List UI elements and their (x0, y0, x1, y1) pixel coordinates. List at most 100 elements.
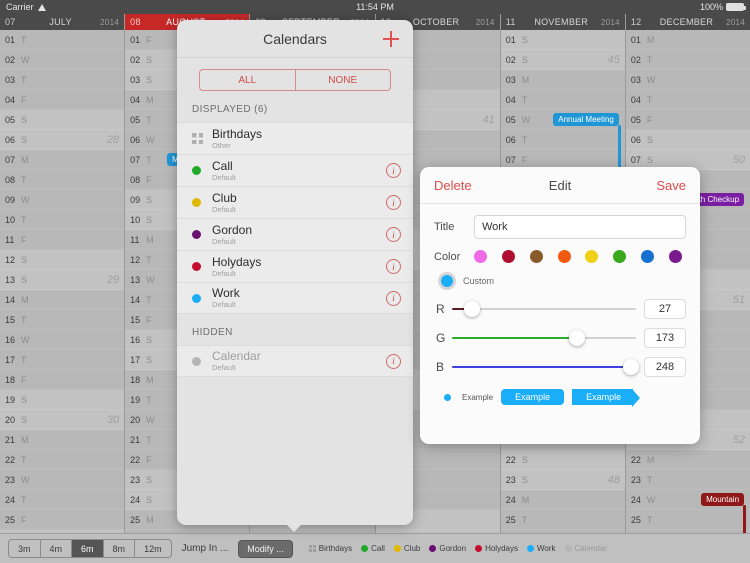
day-row[interactable]: 04 T (625, 90, 750, 110)
info-icon[interactable]: i (386, 259, 401, 274)
day-row[interactable]: 01 T (0, 30, 125, 50)
calendar-event[interactable]: Annual Meeting (553, 113, 619, 126)
legend-item[interactable]: Birthdays (308, 544, 352, 553)
day-row[interactable]: 22 T (0, 450, 125, 470)
day-row[interactable]: 03 T (0, 70, 125, 90)
color-swatch[interactable] (641, 250, 655, 263)
range-option-8m[interactable]: 8m (104, 540, 136, 557)
day-row[interactable]: 11 F (0, 230, 125, 250)
title-input[interactable]: Work (474, 215, 686, 239)
legend-item[interactable]: Call (361, 544, 385, 553)
range-option-6m[interactable]: 6m (72, 540, 104, 557)
color-swatch[interactable] (474, 250, 487, 263)
color-swatch[interactable] (557, 250, 571, 263)
day-row[interactable]: 25 T (625, 510, 750, 530)
slider-value-input[interactable]: 27 (644, 299, 686, 319)
color-swatch[interactable] (501, 250, 515, 263)
day-row[interactable]: 05 F (625, 110, 750, 130)
day-row[interactable]: 03 W (625, 70, 750, 90)
slider-value-input[interactable]: 173 (644, 328, 686, 348)
color-swatch[interactable] (613, 250, 627, 263)
info-icon[interactable]: i (386, 353, 401, 369)
day-row[interactable]: 07 M (0, 150, 125, 170)
day-row[interactable]: 15 T (0, 310, 125, 330)
day-row[interactable]: 03 M (500, 70, 625, 90)
slider-row-b[interactable]: B 248 (420, 348, 700, 377)
legend-item[interactable]: Work (526, 544, 556, 553)
day-row[interactable]: 04 T (500, 90, 625, 110)
day-row[interactable]: 21 M (0, 430, 125, 450)
calendar-list-item[interactable]: Holydays Default i (177, 250, 413, 282)
day-row[interactable]: 18 F (0, 370, 125, 390)
legend-item[interactable]: Calendar (564, 544, 607, 553)
day-row[interactable]: 16 W (0, 330, 125, 350)
calendar-list-item[interactable]: Gordon Default i (177, 218, 413, 250)
range-option-3m[interactable]: 3m (9, 540, 41, 557)
custom-radio[interactable] (438, 272, 456, 290)
day-row[interactable]: 10 T (0, 210, 125, 230)
day-row[interactable]: 06 S (625, 130, 750, 150)
calendar-list-item[interactable]: Calendar Default i (177, 345, 413, 377)
slider-track[interactable] (452, 330, 636, 346)
modify-button[interactable]: Modify ... (238, 539, 293, 558)
all-button[interactable]: ALL (200, 70, 296, 90)
jump-in-button[interactable]: Jump In ... (182, 543, 229, 554)
slider-track[interactable] (452, 359, 640, 375)
all-none-control[interactable]: ALL NONE (199, 69, 391, 91)
custom-color-row[interactable]: Custom (420, 263, 700, 290)
day-row[interactable]: 22 M (625, 450, 750, 470)
calendar-list-item[interactable]: Work Default i (177, 282, 413, 314)
day-row[interactable]: 04 F (0, 90, 125, 110)
range-option-4m[interactable]: 4m (41, 540, 73, 557)
day-row[interactable]: 17 T (0, 350, 125, 370)
slider-row-r[interactable]: R 27 (420, 290, 700, 319)
color-swatch[interactable] (529, 250, 543, 263)
slider-knob[interactable] (623, 359, 640, 375)
info-icon[interactable]: i (386, 227, 401, 242)
day-row[interactable]: 22 S (500, 450, 625, 470)
day-row[interactable]: 08 T (0, 170, 125, 190)
slider-knob[interactable] (463, 301, 480, 317)
day-row[interactable]: 25 F (0, 510, 125, 530)
day-row[interactable]: 24 T (0, 490, 125, 510)
calendar-list-item[interactable]: Birthdays Other (177, 122, 413, 154)
day-row[interactable]: 09 W (0, 190, 125, 210)
range-option-12m[interactable]: 12m (135, 540, 171, 557)
day-row[interactable]: 02 T (625, 50, 750, 70)
save-button[interactable]: Save (656, 178, 686, 193)
calendar-list-item[interactable]: Club Default i (177, 186, 413, 218)
legend-item[interactable]: Club (393, 544, 420, 553)
calendar-event[interactable]: Mountain (701, 493, 745, 506)
slider-track[interactable] (452, 301, 636, 317)
day-row[interactable]: 20 S 30 (0, 410, 125, 430)
day-row[interactable]: 01 M (625, 30, 750, 50)
day-row[interactable]: 06 S 28 (0, 130, 125, 150)
day-row[interactable]: 23 S 48 (500, 470, 625, 490)
day-row[interactable]: 13 S 29 (0, 270, 125, 290)
info-icon[interactable]: i (386, 195, 401, 210)
color-swatch[interactable] (585, 250, 599, 263)
slider-row-g[interactable]: G 173 (420, 319, 700, 348)
day-row[interactable]: 23 T (625, 470, 750, 490)
slider-value-input[interactable]: 248 (644, 357, 686, 377)
day-row[interactable]: 05 S (0, 110, 125, 130)
info-icon[interactable]: i (386, 163, 401, 178)
day-row[interactable]: 24 M (500, 490, 625, 510)
plus-icon[interactable] (383, 31, 399, 47)
slider-knob[interactable] (568, 330, 585, 346)
day-row[interactable]: 25 T (500, 510, 625, 530)
none-button[interactable]: NONE (296, 70, 391, 90)
calendar-list-item[interactable]: Call Default i (177, 154, 413, 186)
day-row[interactable]: 14 M (0, 290, 125, 310)
day-row[interactable]: 02 W (0, 50, 125, 70)
day-row[interactable]: 23 W (0, 470, 125, 490)
day-row[interactable]: 12 S (0, 250, 125, 270)
day-row[interactable]: 06 T (500, 130, 625, 150)
day-row[interactable]: 02 S 45 (500, 50, 625, 70)
legend-item[interactable]: Holydays (475, 544, 518, 553)
day-row[interactable]: 01 S (500, 30, 625, 50)
legend-item[interactable]: Gordon (429, 544, 466, 553)
color-swatch-list[interactable] (474, 250, 686, 263)
day-row[interactable]: 19 S (0, 390, 125, 410)
info-icon[interactable]: i (386, 290, 401, 306)
